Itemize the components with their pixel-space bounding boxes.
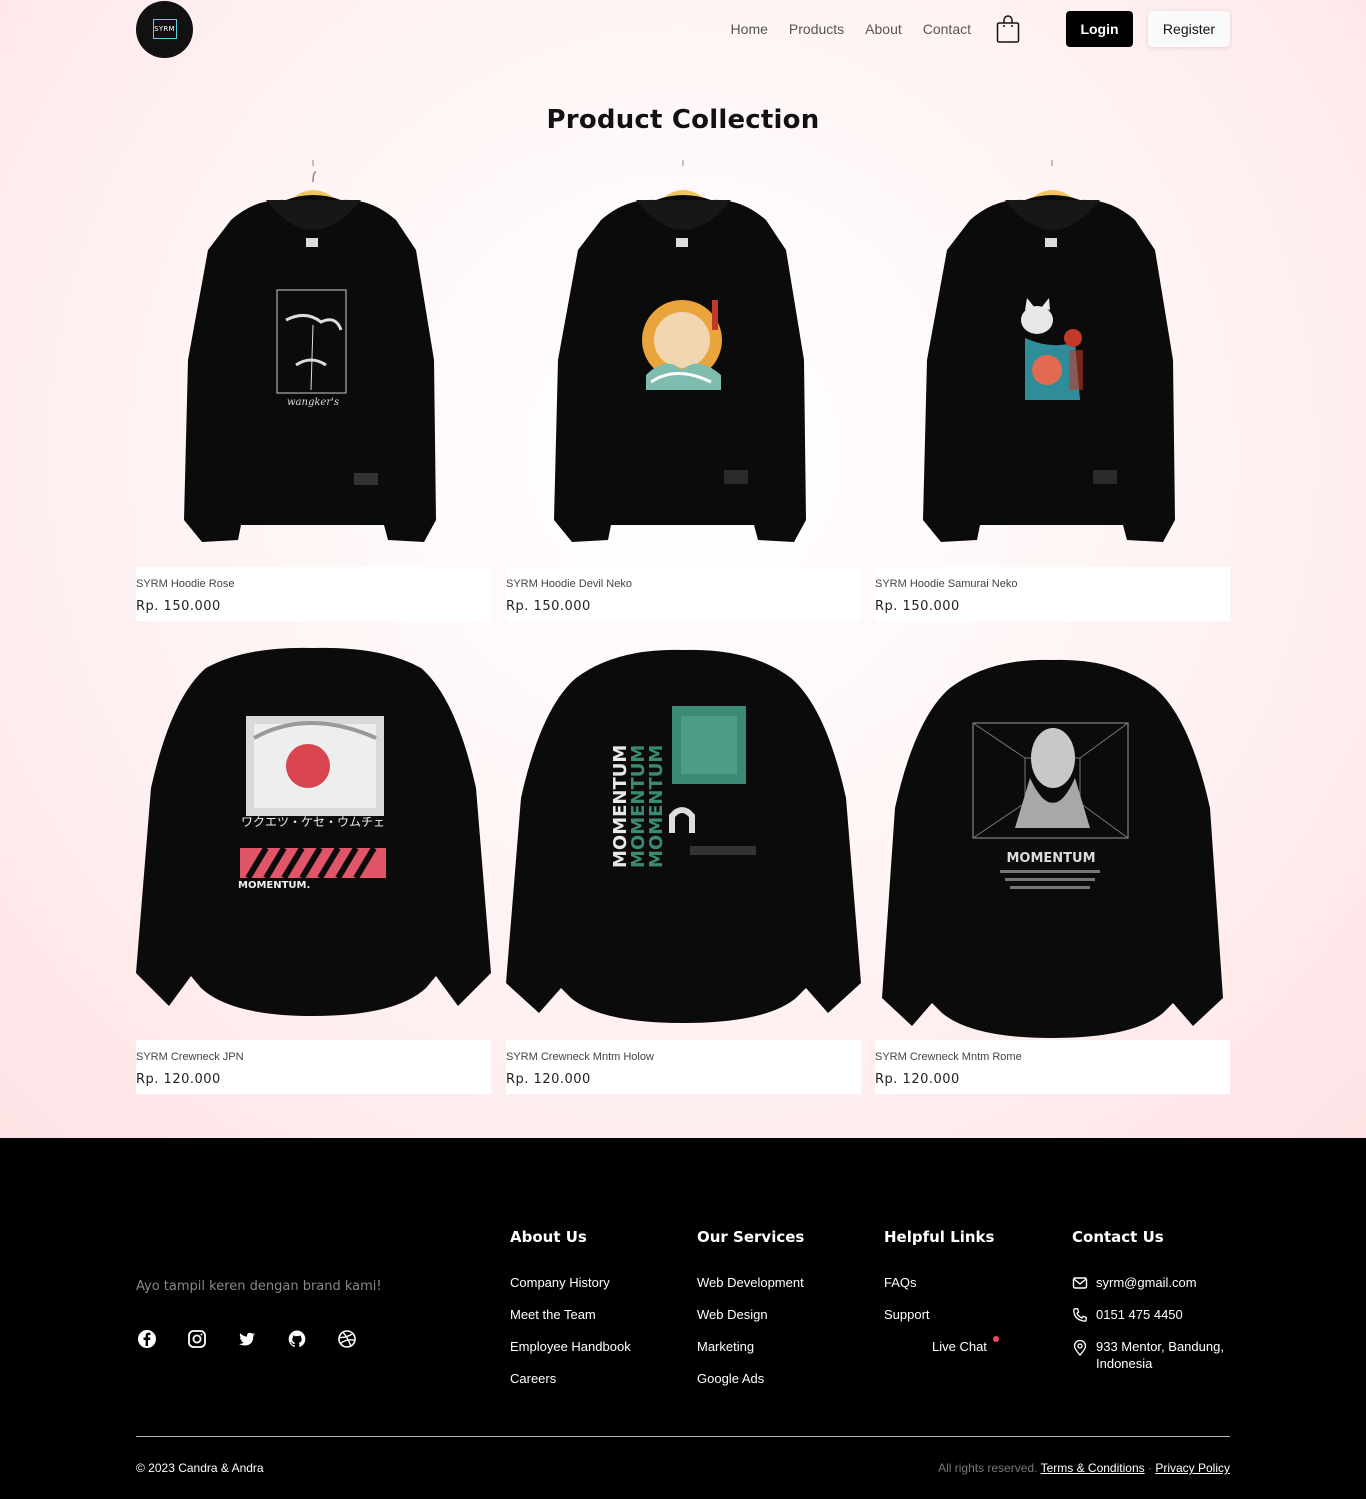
product-name[interactable]: SYRM Hoodie Samurai Neko <box>875 578 1230 590</box>
footer-link[interactable]: Employee Handbook <box>510 1339 631 1371</box>
print-text: ワクエツ・ケセ・ウムチェ <box>241 815 385 829</box>
footer-link[interactable]: Google Ads <box>697 1371 804 1403</box>
product-info: SYRM Hoodie Rose Rp. 150.000 <box>136 567 491 621</box>
footer-heading: Our Services <box>697 1228 805 1246</box>
footer-col-helpful: Helpful Links FAQs Support Live Chat <box>884 1228 999 1371</box>
location-pin-icon <box>1073 1340 1087 1356</box>
product-card[interactable]: SYRM Hoodie Samurai Neko Rp. 150.000 <box>875 160 1230 621</box>
product-image[interactable]: ワクエツ・ケセ・ウムチェ MOMENTUM. <box>136 638 491 1040</box>
footer-col-services: Our Services Web Development Web Design … <box>697 1228 804 1403</box>
footer-heading: About Us <box>510 1228 587 1246</box>
contact-email-text: syrm@gmail.com <box>1096 1275 1197 1290</box>
product-card[interactable]: ワクエツ・ケセ・ウムチェ MOMENTUM. SYRM Crewneck JPN… <box>136 638 491 1094</box>
shopping-bag-icon[interactable] <box>996 14 1020 44</box>
print-text: MOMENTUM <box>646 745 667 868</box>
product-name[interactable]: SYRM Crewneck JPN <box>136 1051 491 1063</box>
print-text: MOMENTUM <box>1006 851 1095 866</box>
product-name[interactable]: SYRM Crewneck Mntm Rome <box>875 1051 1230 1063</box>
footer-link[interactable]: Careers <box>510 1371 631 1403</box>
legal-links: All rights reserved. Terms & Conditions … <box>938 1461 1230 1475</box>
dribbble-icon[interactable] <box>336 1328 358 1350</box>
footer-heading: Helpful Links <box>884 1228 995 1246</box>
footer-link[interactable]: FAQs <box>884 1275 999 1307</box>
page-title: Product Collection <box>546 105 820 135</box>
social-links <box>136 1328 386 1350</box>
contact-phone[interactable]: 0151 475 4450 <box>1072 1307 1224 1339</box>
footer-divider <box>136 1436 1230 1437</box>
twitter-icon[interactable] <box>236 1328 258 1350</box>
product-name[interactable]: SYRM Hoodie Rose <box>136 578 491 590</box>
separator: · <box>1147 1461 1152 1475</box>
facebook-icon[interactable] <box>136 1328 158 1350</box>
product-price: Rp. 150.000 <box>875 599 960 614</box>
header: SYRM Home Products About Contact Login R… <box>136 0 1230 58</box>
product-card[interactable]: wangker's SYRM Hoodie Rose Rp. 150.000 <box>136 160 491 621</box>
live-status-dot <box>992 1336 999 1342</box>
contact-address: 933 Mentor, Bandung, Indonesia <box>1072 1339 1224 1371</box>
print-text: wangker's <box>287 397 339 408</box>
footer-link[interactable]: Company History <box>510 1275 631 1307</box>
nav-home[interactable]: Home <box>731 21 768 37</box>
register-button[interactable]: Register <box>1148 11 1230 47</box>
footer-link[interactable]: Support <box>884 1307 999 1339</box>
terms-link[interactable]: Terms & Conditions <box>1041 1461 1145 1475</box>
rights-text: All rights reserved. <box>938 1461 1038 1475</box>
product-card[interactable]: MOMENTUM MOMENTUM MOMENTUM SYRM Crewneck… <box>506 638 861 1094</box>
product-info: SYRM Hoodie Samurai Neko Rp. 150.000 <box>875 567 1230 621</box>
product-price: Rp. 120.000 <box>875 1072 960 1087</box>
nav-about[interactable]: About <box>865 21 902 37</box>
address-line: 933 Mentor, Bandung, <box>1096 1339 1224 1354</box>
footer-link[interactable]: Meet the Team <box>510 1307 631 1339</box>
product-card[interactable]: SYRM Hoodie Devil Neko Rp. 150.000 <box>506 160 861 621</box>
footer-link-label: Live Chat <box>932 1339 987 1354</box>
main-nav: Home Products About Contact Login Regist… <box>731 11 1230 47</box>
product-info: SYRM Crewneck JPN Rp. 120.000 <box>136 1040 491 1094</box>
page-top-section: SYRM Home Products About Contact Login R… <box>0 0 1366 1138</box>
product-image[interactable]: MOMENTUM MOMENTUM MOMENTUM <box>506 638 861 1040</box>
product-name[interactable]: SYRM Crewneck Mntm Holow <box>506 1051 861 1063</box>
footer-col-contact: Contact Us syrm@gmail.com 0151 475 4450 … <box>1072 1228 1224 1371</box>
product-price: Rp. 150.000 <box>506 599 591 614</box>
footer-link[interactable]: Marketing <box>697 1339 804 1371</box>
print-text: MOMENTUM. <box>238 880 310 891</box>
footer: Ayo tampil keren dengan brand kami! Abou… <box>0 1138 1366 1499</box>
login-button[interactable]: Login <box>1066 11 1133 47</box>
nav-contact[interactable]: Contact <box>923 21 971 37</box>
product-price: Rp. 120.000 <box>506 1072 591 1087</box>
footer-heading: Contact Us <box>1072 1228 1164 1246</box>
copyright: © 2023 Candra & Andra <box>136 1461 264 1475</box>
privacy-link[interactable]: Privacy Policy <box>1155 1461 1230 1475</box>
product-image[interactable]: wangker's <box>136 160 491 567</box>
contact-email[interactable]: syrm@gmail.com <box>1072 1275 1224 1307</box>
brand-logo[interactable]: SYRM <box>136 0 193 58</box>
product-info: SYRM Crewneck Mntm Rome Rp. 120.000 <box>875 1040 1230 1094</box>
product-image[interactable]: MOMENTUM <box>875 638 1230 1040</box>
nav-products[interactable]: Products <box>789 21 844 37</box>
contact-phone-text: 0151 475 4450 <box>1096 1307 1183 1322</box>
product-price: Rp. 150.000 <box>136 599 221 614</box>
footer-link[interactable]: Web Development <box>697 1275 804 1307</box>
live-chat-link[interactable]: Live Chat <box>884 1336 999 1371</box>
product-price: Rp. 120.000 <box>136 1072 221 1087</box>
footer-tagline: Ayo tampil keren dengan brand kami! <box>136 1279 382 1294</box>
product-info: SYRM Hoodie Devil Neko Rp. 150.000 <box>506 567 861 621</box>
phone-icon <box>1073 1308 1087 1322</box>
footer-col-about: About Us Company History Meet the Team E… <box>510 1228 631 1403</box>
footer-link[interactable]: Web Design <box>697 1307 804 1339</box>
github-icon[interactable] <box>286 1328 308 1350</box>
address-line: Indonesia <box>1096 1356 1153 1371</box>
mail-icon <box>1072 1277 1088 1289</box>
instagram-icon[interactable] <box>186 1328 208 1350</box>
product-image[interactable] <box>875 160 1230 567</box>
product-info: SYRM Crewneck Mntm Holow Rp. 120.000 <box>506 1040 861 1094</box>
product-card[interactable]: MOMENTUM SYRM Crewneck Mntm Rome Rp. 120… <box>875 638 1230 1094</box>
logo-mark: SYRM <box>152 19 177 39</box>
product-image[interactable] <box>506 160 861 567</box>
product-name[interactable]: SYRM Hoodie Devil Neko <box>506 578 861 590</box>
